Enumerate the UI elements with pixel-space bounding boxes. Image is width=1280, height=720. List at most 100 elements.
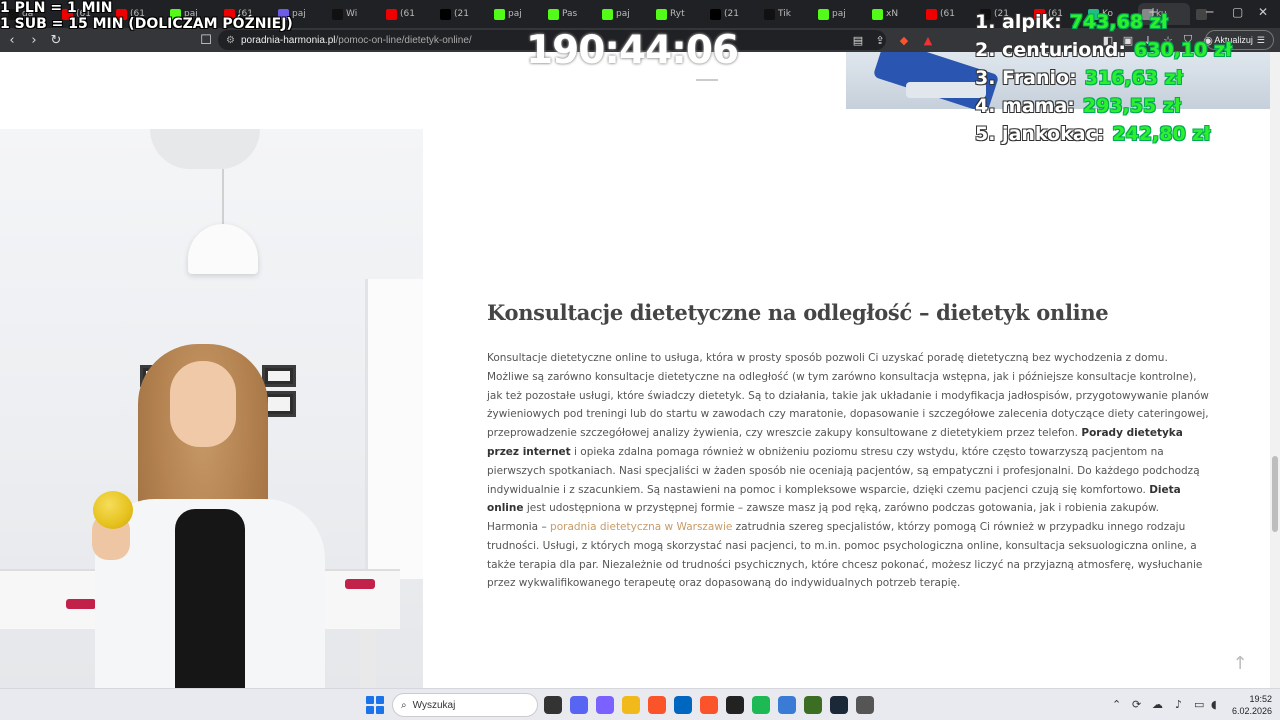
tray-overflow-icon[interactable]: ⌃: [1112, 698, 1121, 711]
article-title: Konsultacje dietetyczne na odległość – d…: [487, 300, 1109, 325]
windows-taskbar: ⌕ Wyszukaj ⌃ ⟳ ☁ ♪ ▭ ◖ 19:52 6.02.2026: [0, 688, 1280, 720]
maximize-icon[interactable]: ▢: [1232, 5, 1243, 19]
task-view-icon[interactable]: [544, 696, 562, 714]
start-icon[interactable]: [366, 696, 384, 714]
leaderboard-row: 1. alpik: 743,68 zł: [975, 8, 1232, 36]
tab-label: paj: [292, 9, 306, 19]
tab-label: paj: [832, 9, 846, 19]
notepad-icon[interactable]: [778, 696, 796, 714]
app-green-icon[interactable]: [804, 696, 822, 714]
volume-icon[interactable]: ◖: [1211, 698, 1217, 711]
browser-tab[interactable]: (61: [922, 3, 974, 25]
spotify-icon[interactable]: [752, 696, 770, 714]
donor-amount: 293,55 zł: [1082, 95, 1181, 117]
brave-icon[interactable]: [648, 696, 666, 714]
browser-tab[interactable]: Tik: [760, 3, 812, 25]
rate-line-1: 1 PLN = 1 MIN: [0, 0, 113, 16]
discord-icon[interactable]: [570, 696, 588, 714]
leaderboard-row: 2. centuriond: 630,10 zł: [975, 36, 1232, 64]
browser-tab[interactable]: Wi: [328, 3, 380, 25]
site-info-icon[interactable]: ⚙: [226, 35, 235, 46]
bookmark-icon[interactable]: ☐: [196, 30, 216, 50]
browser-tab[interactable]: Ryt: [652, 3, 704, 25]
kick-icon: [494, 8, 505, 20]
tab-label: xN: [886, 9, 899, 19]
browser-tab[interactable]: paj: [814, 3, 866, 25]
p1-text-e: jest udostępniona w przystępnej formie –…: [523, 502, 1159, 515]
browser-tab[interactable]: (21: [706, 3, 758, 25]
file-explorer-icon[interactable]: [622, 696, 640, 714]
store-icon[interactable]: [674, 696, 692, 714]
donor-amount: 316,63 zł: [1084, 67, 1183, 89]
tab-label: (61: [400, 9, 415, 19]
back-icon[interactable]: ‹: [2, 30, 22, 50]
kick-icon: [602, 8, 613, 20]
article-paragraph-1: Konsultacje dietetyczne online to usługa…: [487, 349, 1209, 518]
donor-leaderboard: 1. alpik: 743,68 zł 2. centuriond: 630,10 z…: [975, 8, 1232, 148]
donor-name: 2. centuriond:: [975, 39, 1126, 61]
brave-active-icon[interactable]: [700, 696, 718, 714]
copilot-icon[interactable]: [596, 696, 614, 714]
tab-label: Tik: [778, 9, 791, 19]
system-clock[interactable]: 19:52 6.02.2026: [1226, 693, 1272, 717]
leaderboard-row: 5. jankokac: 242,80 zł: [975, 120, 1232, 148]
donor-name: 4. mama:: [975, 95, 1075, 117]
warsaw-clinic-link[interactable]: poradnia dietetyczna w Warszawie: [550, 521, 732, 533]
youtube-icon: [926, 8, 937, 20]
obs-icon[interactable]: [726, 696, 744, 714]
p1-text-c: i opieka zdalna pomaga również w obniżen…: [487, 445, 1200, 496]
dietitian-photo: [0, 129, 423, 688]
tab-label: Pas: [562, 9, 578, 19]
share-icon[interactable]: ⇪: [872, 32, 888, 48]
taskbar-search[interactable]: ⌕ Wyszukaj: [392, 693, 538, 717]
browser-tab[interactable]: Pas: [544, 3, 596, 25]
browser-tab[interactable]: (21: [436, 3, 488, 25]
donor-amount: 743,68 zł: [1069, 11, 1168, 33]
browser-tab[interactable]: paj: [598, 3, 650, 25]
donor-amount: 630,10 zł: [1134, 39, 1233, 61]
clock-time: 19:52: [1249, 694, 1272, 704]
brave-shields-icon[interactable]: ◆: [896, 32, 912, 48]
rewards-icon[interactable]: ▲: [920, 32, 936, 48]
sync-icon[interactable]: ⟳: [1132, 698, 1141, 711]
tab-label: paj: [508, 9, 522, 19]
network-icon[interactable]: ▭: [1194, 698, 1204, 711]
p2-text-a: Harmonia –: [487, 521, 551, 533]
tiktok-icon: [764, 8, 775, 20]
tab-label: (21: [724, 9, 739, 19]
leaderboard-row: 3. Franio: 316,63 zł: [975, 64, 1232, 92]
browser-tab[interactable]: paj: [490, 3, 542, 25]
scroll-to-top-icon[interactable]: ↑: [1230, 653, 1250, 675]
scrollbar-thumb[interactable]: [1272, 456, 1278, 532]
kick-icon: [818, 8, 829, 20]
tiktok-icon: [332, 8, 343, 20]
url-path: /pomoc-on-line/dietetyk-online/: [335, 34, 472, 46]
kick-icon: [548, 8, 559, 20]
x-icon: [440, 8, 451, 20]
close-icon[interactable]: ✕: [1258, 5, 1268, 19]
calculator-icon[interactable]: [856, 696, 874, 714]
tab-label: Wi: [346, 9, 358, 19]
donor-name: 5. jankokac:: [975, 123, 1105, 145]
tab-label: Ryt: [670, 9, 685, 19]
reload-icon[interactable]: ↻: [46, 30, 66, 50]
browser-tab[interactable]: xN: [868, 3, 920, 25]
x-icon: [710, 8, 721, 20]
steam-icon[interactable]: [830, 696, 848, 714]
forward-icon[interactable]: ›: [24, 30, 44, 50]
youtube-icon: [386, 8, 397, 20]
donor-name: 1. alpik:: [975, 11, 1062, 33]
donation-rate-overlay: 1 PLN = 1 MIN 1 SUB = 15 MIN (DOLICZAM P…: [0, 0, 293, 32]
kick-icon: [872, 8, 883, 20]
tab-label: (21: [454, 9, 469, 19]
microphone-icon[interactable]: ♪: [1175, 698, 1182, 711]
tab-label: (61: [940, 9, 955, 19]
search-icon: ⌕: [401, 699, 407, 711]
article-paragraph-2: Harmonia – poradnia dietetyczna w Warsza…: [487, 518, 1209, 593]
browser-tab[interactable]: (61: [382, 3, 434, 25]
cloud-icon[interactable]: ☁: [1152, 698, 1163, 711]
timer-underline: [696, 79, 718, 81]
kick-icon: [656, 8, 667, 20]
reader-mode-icon[interactable]: ▤: [850, 32, 866, 48]
page-scrollbar[interactable]: [1270, 52, 1280, 688]
